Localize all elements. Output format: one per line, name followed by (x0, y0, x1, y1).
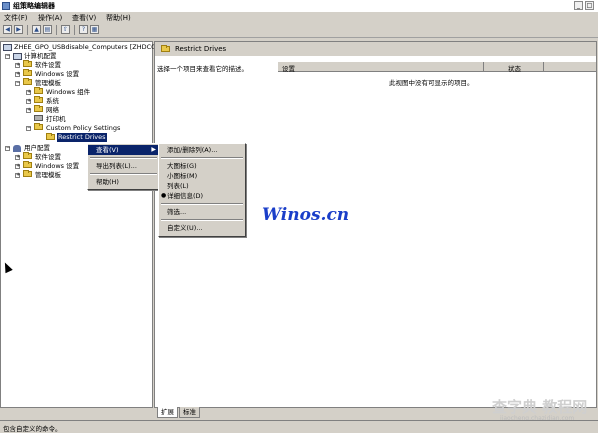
menu-separator (161, 157, 243, 159)
folder-icon (34, 96, 43, 103)
menu-separator (90, 157, 157, 159)
collapse-icon[interactable]: − (5, 54, 10, 59)
computer-icon (13, 53, 22, 60)
folder-open-icon (46, 133, 55, 140)
context-menu: 查看(V) ▶ 导出列表(L)... 帮助(H) (87, 143, 160, 190)
collapse-icon[interactable]: − (5, 146, 10, 151)
forward-arrow-icon[interactable]: ▶ (14, 25, 23, 34)
window-title: 组策略编辑器 (13, 2, 55, 10)
submenu-arrow-icon: ▶ (151, 146, 156, 153)
expand-icon[interactable]: + (15, 72, 20, 77)
back-arrow-icon[interactable]: ◀ (3, 25, 12, 34)
tree-item-root[interactable]: ZHEE_GPO_USBdisable_Computers [ZHDC01... (14, 43, 166, 52)
folder-icon (23, 170, 32, 177)
help-icon[interactable]: ? (79, 25, 88, 34)
column-divider[interactable] (483, 62, 484, 71)
expand-icon[interactable]: + (15, 173, 20, 178)
menu-view[interactable]: 查看(V) (72, 13, 96, 23)
description-text: 选择一个项目来查看它的描述。 (157, 65, 248, 73)
properties-icon[interactable]: ▦ (90, 25, 99, 34)
menu-separator (90, 173, 157, 175)
folder-icon (161, 45, 170, 52)
menu-item-export-list[interactable]: 导出列表(L)... (88, 161, 159, 171)
tab-standard[interactable]: 标准 (179, 407, 200, 418)
policy-icon (3, 44, 12, 51)
menu-item-small-icons[interactable]: 小图标(M) (159, 171, 245, 181)
menu-separator (161, 219, 243, 221)
folder-icon (23, 152, 32, 159)
tree-item-system[interactable]: 系统 (46, 97, 59, 106)
folder-icon (23, 161, 32, 168)
view-tabs: 扩展 标准 (155, 407, 255, 418)
menu-item-label: 详细信息(D) (167, 192, 204, 200)
tree-item-windows-settings[interactable]: Windows 设置 (35, 70, 79, 79)
menu-action[interactable]: 操作(A) (38, 13, 62, 23)
menu-item-filter[interactable]: 筛选... (159, 207, 245, 217)
details-header: Restrict Drives (155, 42, 596, 56)
column-header: 设置 状态 (278, 62, 596, 73)
tree-item-printers[interactable]: 打印机 (46, 115, 66, 124)
menu-help[interactable]: 帮助(H) (106, 13, 131, 23)
menu-item-add-remove-columns[interactable]: 添加/删除列(A)... (159, 145, 245, 155)
collapse-icon[interactable]: − (15, 81, 20, 86)
status-bar: 包含自定义的命令。 (0, 420, 598, 433)
up-folder-icon[interactable]: ▲ (32, 25, 41, 34)
menu-item-details[interactable]: ● 详细信息(D) (159, 191, 245, 201)
menu-item-list[interactable]: 列表(L) (159, 181, 245, 191)
toolbar-separator (27, 25, 28, 35)
radio-bullet-icon: ● (161, 192, 167, 199)
maximize-button[interactable]: □ (585, 1, 594, 10)
user-icon (13, 145, 21, 152)
menu-bar: 文件(F) 操作(A) 查看(V) 帮助(H) (0, 12, 598, 23)
toolbar: ◀ ▶ ▲ ▤ ⇧ ? ▦ (0, 23, 598, 38)
empty-message: 此视图中没有可显示的项目。 (389, 79, 474, 87)
tree-item-restrict-drives[interactable]: Restrict Drives (57, 133, 107, 142)
tree-item-user-windows[interactable]: Windows 设置 (35, 162, 79, 171)
expand-icon[interactable]: + (15, 155, 20, 160)
collapse-icon[interactable]: − (26, 126, 31, 131)
menu-separator (161, 203, 243, 205)
corner-watermark: 查字典 教程网 (492, 398, 588, 416)
column-divider[interactable] (543, 62, 544, 71)
console-tree-icon[interactable]: ▤ (43, 25, 52, 34)
toolbar-separator (74, 25, 75, 35)
folder-icon (34, 105, 43, 112)
column-setting[interactable]: 设置 (282, 63, 295, 73)
menu-item-large-icons[interactable]: 大图标(G) (159, 161, 245, 171)
menu-item-label: 查看(V) (96, 146, 119, 154)
app-icon (2, 2, 10, 10)
folder-icon (23, 69, 32, 76)
minimize-button[interactable]: _ (574, 1, 583, 10)
details-title: Restrict Drives (175, 45, 227, 53)
tab-extended[interactable]: 扩展 (157, 407, 178, 418)
menu-item-view[interactable]: 查看(V) ▶ (88, 145, 159, 155)
expand-icon[interactable]: + (26, 108, 31, 113)
column-state[interactable]: 状态 (508, 63, 521, 73)
folder-icon (34, 87, 43, 94)
expand-icon[interactable]: + (15, 164, 20, 169)
menu-item-customize[interactable]: 自定义(U)... (159, 223, 245, 233)
tree-item-network[interactable]: 网络 (46, 106, 59, 115)
menu-file[interactable]: 文件(F) (4, 13, 28, 23)
folder-icon (34, 123, 43, 130)
folder-icon (23, 78, 32, 85)
tree-item-windows-components[interactable]: Windows 组件 (46, 88, 90, 97)
expand-icon[interactable]: + (26, 90, 31, 95)
printer-icon (34, 115, 43, 121)
tree-item-user-admin[interactable]: 管理模板 (35, 171, 61, 180)
tree-item-custom-policy[interactable]: Custom Policy Settings (46, 124, 120, 133)
export-icon[interactable]: ⇧ (61, 25, 70, 34)
menu-item-help[interactable]: 帮助(H) (88, 177, 159, 187)
toolbar-separator (56, 25, 57, 35)
folder-icon (23, 60, 32, 67)
expand-icon[interactable]: + (26, 99, 31, 104)
view-submenu: 添加/删除列(A)... 大图标(G) 小图标(M) 列表(L) ● 详细信息(D… (158, 143, 246, 237)
watermark: Winos.cn (262, 205, 350, 225)
tree-item-user-software[interactable]: 软件设置 (35, 153, 61, 162)
tree-item-software-settings[interactable]: 软件设置 (35, 61, 61, 70)
expand-icon[interactable]: + (15, 63, 20, 68)
